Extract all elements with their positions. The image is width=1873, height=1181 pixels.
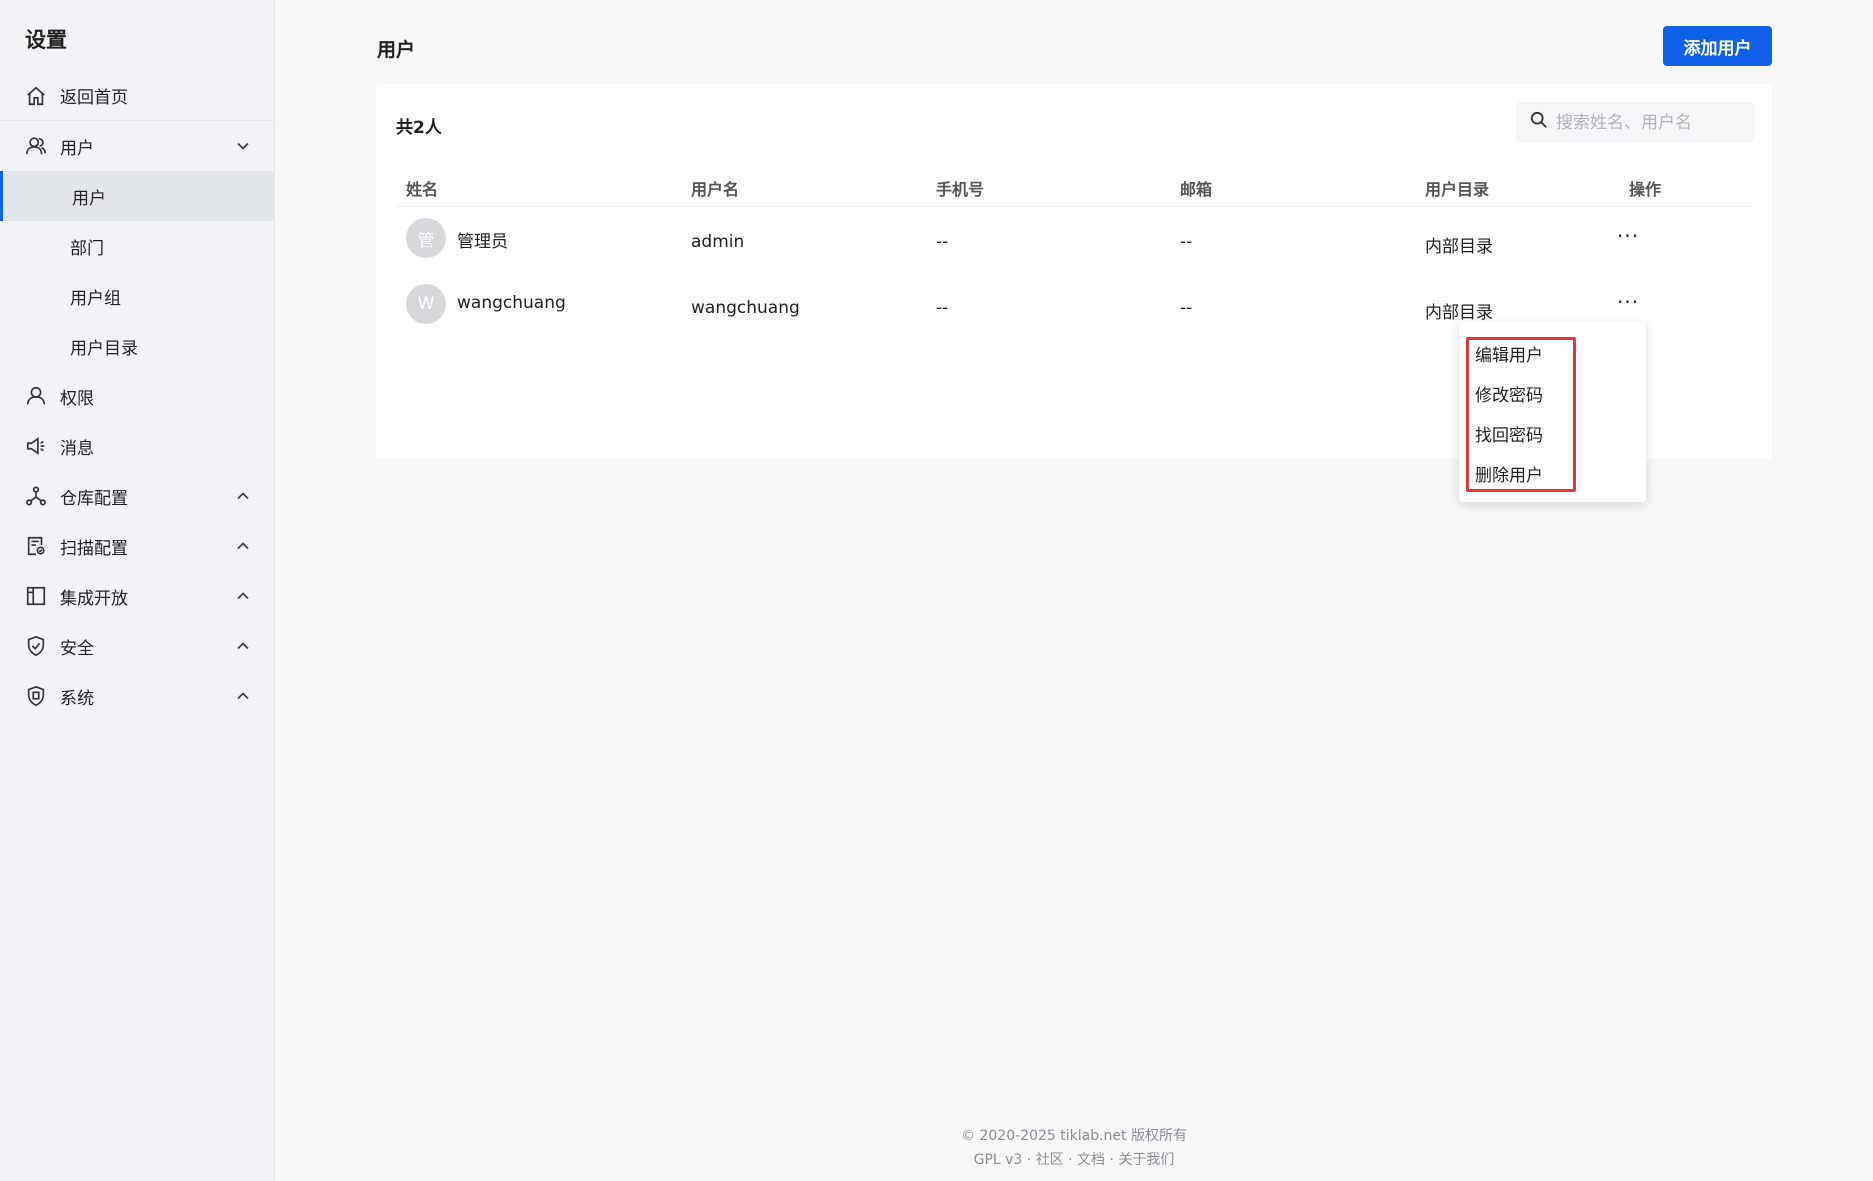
user-email: -- — [1180, 232, 1193, 252]
chevron-up-icon — [236, 488, 250, 502]
sidebar-subitem-user-groups[interactable]: 用户组 — [0, 271, 275, 321]
column-header-phone: 手机号 — [936, 180, 985, 199]
sidebar-item-label: 权限 — [60, 388, 94, 409]
chevron-up-icon — [236, 588, 250, 602]
table-row: 管 管理员 admin -- -- 内部目录 ··· — [396, 208, 1754, 274]
sidebar-item-label: 扫描配置 — [60, 538, 128, 559]
add-user-button[interactable]: 添加用户 — [1663, 26, 1772, 66]
menu-item-recover-password[interactable]: 找回密码 — [1475, 421, 1543, 446]
search-input[interactable] — [1556, 112, 1746, 133]
user-name: wangchuang — [457, 293, 566, 313]
user-directory: 内部目录 — [1425, 237, 1493, 257]
footer-separator: · — [1109, 1152, 1114, 1168]
sidebar-item-label: 仓库配置 — [60, 488, 128, 509]
user-phone: -- — [936, 298, 949, 318]
footer-docs-link[interactable]: 文档 — [1077, 1152, 1105, 1168]
column-header-actions: 操作 — [1629, 180, 1662, 199]
chevron-up-icon — [236, 688, 250, 702]
sidebar-item-label: 集成开放 — [60, 588, 128, 609]
shield-check-icon — [25, 635, 47, 657]
sidebar-item-label: 消息 — [60, 438, 94, 459]
user-name: 管理员 — [457, 232, 508, 252]
scan-doc-icon — [25, 535, 47, 557]
chevron-up-icon — [236, 538, 250, 552]
footer-license-link[interactable]: GPL v3 — [974, 1152, 1023, 1168]
column-header-email: 邮箱 — [1180, 180, 1213, 199]
sidebar-item-repo-config[interactable]: 仓库配置 — [0, 471, 275, 521]
sidebar-subitem-users[interactable]: 用户 — [0, 171, 275, 221]
footer-links: GPL v3 · 社区 · 文档 · 关于我们 — [275, 1148, 1873, 1172]
user-directory: 内部目录 — [1425, 303, 1493, 323]
sidebar-item-security[interactable]: 安全 — [0, 621, 275, 671]
footer-separator: · — [1068, 1152, 1073, 1168]
user-username: wangchuang — [691, 298, 800, 318]
users-icon — [25, 135, 47, 157]
sidebar-item-messages[interactable]: 消息 — [0, 421, 275, 471]
menu-item-change-password[interactable]: 修改密码 — [1475, 381, 1543, 406]
search-box[interactable] — [1516, 102, 1754, 143]
footer-separator: · — [1026, 1152, 1032, 1168]
sidebar-item-system[interactable]: 系统 — [0, 671, 275, 721]
sidebar-title: 设置 — [25, 28, 67, 52]
column-header-directory: 用户目录 — [1425, 180, 1490, 199]
sidebar-subitem-departments[interactable]: 部门 — [0, 221, 275, 271]
megaphone-icon — [25, 435, 47, 457]
user-count: 共2人 — [396, 118, 442, 138]
table-header: 姓名 用户名 手机号 邮箱 用户目录 操作 — [396, 164, 1754, 207]
user-email: -- — [1180, 298, 1193, 318]
page-title: 用户 — [377, 39, 416, 61]
footer-about-link[interactable]: 关于我们 — [1118, 1152, 1174, 1168]
column-header-username: 用户名 — [691, 180, 740, 199]
sidebar-item-label: 用户 — [60, 138, 94, 159]
nodes-icon — [25, 485, 47, 507]
footer: © 2020-2025 tiklab.net 版权所有 GPL v3 · 社区 … — [275, 1124, 1873, 1172]
column-header-name: 姓名 — [406, 180, 439, 199]
shield-badge-icon — [25, 685, 47, 707]
more-actions-button[interactable]: ··· — [1617, 290, 1639, 314]
user-phone: -- — [936, 232, 949, 252]
home-icon — [25, 85, 47, 107]
avatar: W — [406, 284, 446, 324]
footer-community-link[interactable]: 社区 — [1036, 1152, 1064, 1168]
sidebar-item-integration[interactable]: 集成开放 — [0, 571, 275, 621]
actions-dropdown: 编辑用户 修改密码 找回密码 删除用户 — [1459, 322, 1646, 502]
sidebar-item-scan-config[interactable]: 扫描配置 — [0, 521, 275, 571]
sidebar-subitem-user-directory[interactable]: 用户目录 — [0, 321, 275, 371]
menu-item-edit-user[interactable]: 编辑用户 — [1475, 341, 1543, 366]
sidebar-item-permissions[interactable]: 权限 — [0, 371, 275, 421]
sidebar-item-home[interactable]: 返回首页 — [0, 71, 275, 121]
sidebar-nav: 返回首页 用户 用户 部门 用户组 用户目录 权限 消息 仓库配置 扫描配置 集… — [0, 71, 275, 721]
menu-item-delete-user[interactable]: 删除用户 — [1475, 461, 1543, 486]
chevron-up-icon — [236, 638, 250, 652]
layout-icon — [25, 585, 47, 607]
more-actions-button[interactable]: ··· — [1617, 224, 1639, 248]
sidebar-item-label: 安全 — [60, 638, 94, 659]
sidebar-item-users[interactable]: 用户 — [0, 121, 275, 171]
person-icon — [25, 385, 47, 407]
sidebar-item-label: 返回首页 — [60, 88, 128, 108]
chevron-down-icon — [236, 138, 250, 152]
sidebar-item-label: 系统 — [60, 688, 94, 709]
avatar: 管 — [406, 218, 446, 258]
user-username: admin — [691, 232, 745, 252]
sidebar: 设置 返回首页 用户 用户 部门 用户组 用户目录 权限 消息 仓库配置 扫描配… — [0, 0, 275, 1181]
footer-copyright: © 2020-2025 tiklab.net 版权所有 — [961, 1128, 1187, 1144]
search-icon — [1530, 111, 1548, 134]
